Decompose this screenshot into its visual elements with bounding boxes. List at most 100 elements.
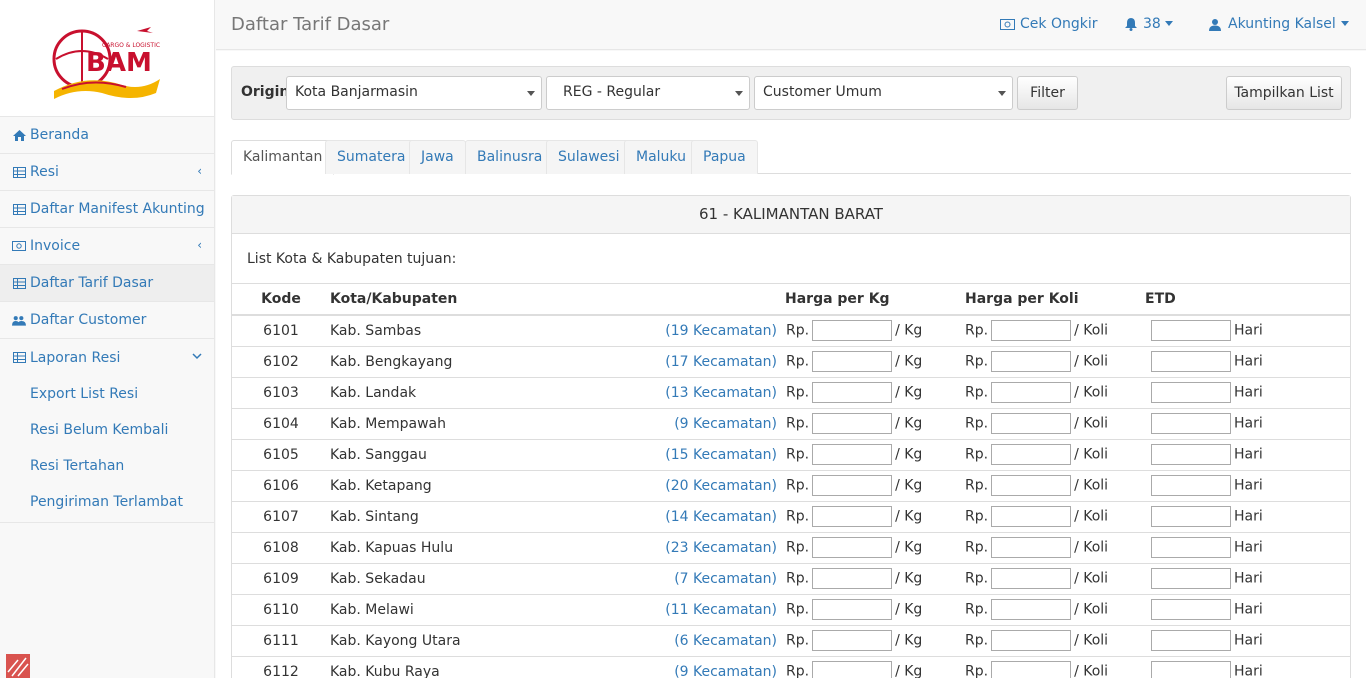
kecamatan-link[interactable]: (20 Kecamatan) (665, 478, 777, 494)
chevron-left-icon: ‹ (197, 238, 202, 252)
harga-koli-input[interactable] (991, 599, 1072, 620)
harga-kg-input[interactable] (812, 475, 893, 496)
harga-koli-input[interactable] (991, 413, 1072, 434)
per-kg-label: / Kg (895, 508, 923, 525)
harga-koli-input[interactable] (991, 382, 1072, 403)
harga-kg-input[interactable] (812, 568, 893, 589)
sidebar-subitem-belum-kembali[interactable]: Resi Belum Kembali (0, 412, 214, 448)
harga-kg-input[interactable] (812, 661, 893, 678)
harga-kg-input[interactable] (812, 351, 893, 372)
harga-kg-input[interactable] (812, 599, 893, 620)
cell-kota: Kab. Mempawah (330, 407, 580, 439)
kecamatan-link[interactable]: (23 Kecamatan) (665, 540, 777, 556)
tab-kalimantan[interactable]: Kalimantan (231, 140, 335, 175)
kecamatan-link[interactable]: (7 Kecamatan) (674, 571, 777, 587)
sidebar-item-tarif-dasar[interactable]: Daftar Tarif Dasar (0, 265, 214, 302)
sidebar-item-label: Beranda (30, 127, 89, 143)
harga-kg-input[interactable] (812, 320, 893, 342)
harga-koli-input[interactable] (991, 475, 1072, 496)
rp-label: Rp. (965, 477, 989, 494)
sidebar-item-invoice[interactable]: Invoice ‹ (0, 228, 214, 265)
harga-koli-input[interactable] (991, 630, 1072, 651)
kecamatan-link[interactable]: (14 Kecamatan) (665, 509, 777, 525)
kecamatan-link[interactable]: (13 Kecamatan) (665, 385, 777, 401)
origin-select[interactable]: Kota Banjarmasin (286, 76, 542, 110)
sidebar-subitem-export[interactable]: Export List Resi (0, 376, 214, 412)
sidebar-item-customer[interactable]: Daftar Customer (0, 302, 214, 339)
etd-input[interactable] (1151, 537, 1231, 558)
rp-label: Rp. (786, 446, 810, 463)
tab-jawa[interactable]: Jawa (409, 140, 466, 174)
header-kota: Kota/Kabupaten (330, 284, 580, 316)
cek-ongkir-link[interactable]: Cek Ongkir (1000, 16, 1097, 32)
logo[interactable]: BAM CARGO & LOGISTIC (0, 0, 214, 117)
harga-koli-input[interactable] (991, 351, 1072, 372)
harga-koli-input[interactable] (991, 506, 1072, 527)
sidebar-item-resi[interactable]: Resi ‹ (0, 154, 214, 191)
harga-kg-input[interactable] (812, 413, 893, 434)
rp-label: Rp. (965, 632, 989, 649)
harga-koli-input[interactable] (991, 568, 1072, 589)
harga-koli-input[interactable] (991, 661, 1072, 678)
filter-button[interactable]: Filter (1017, 76, 1078, 110)
hari-label: Hari (1234, 477, 1263, 494)
rp-label: Rp. (965, 322, 989, 339)
harga-kg-input[interactable] (812, 382, 893, 403)
etd-input[interactable] (1151, 320, 1231, 342)
table-row: 6109 Kab. Sekadau (7 Kecamatan) Rp. / Kg Rp. /… (232, 562, 1350, 594)
user-dropdown[interactable]: Akunting Kalsel (1209, 16, 1355, 32)
sidebar-subitem-terlambat[interactable]: Pengiriman Terlambat (0, 484, 214, 520)
cell-kota: Kab. Sintang (330, 500, 580, 532)
etd-input[interactable] (1151, 599, 1231, 620)
etd-input[interactable] (1151, 351, 1231, 372)
kecamatan-link[interactable]: (11 Kecamatan) (665, 602, 777, 618)
table-row: 6105 Kab. Sanggau (15 Kecamatan) Rp. / Kg Rp.… (232, 438, 1350, 470)
show-list-button[interactable]: Tampilkan List (1226, 76, 1342, 110)
tarif-table: Kode Kota/Kabupaten Harga per Kg Harga p… (232, 284, 1350, 678)
notification-dropdown[interactable]: 38 (1124, 16, 1179, 32)
etd-input[interactable] (1151, 444, 1231, 465)
rp-label: Rp. (965, 539, 989, 556)
harga-koli-input[interactable] (991, 444, 1072, 465)
sidebar-item-beranda[interactable]: Beranda (0, 117, 214, 154)
tab-sulawesi[interactable]: Sulawesi (546, 140, 632, 174)
etd-input[interactable] (1151, 630, 1231, 651)
etd-input[interactable] (1151, 661, 1231, 678)
service-select[interactable]: REG - Regular (546, 76, 750, 110)
kecamatan-link[interactable]: (19 Kecamatan) (665, 323, 777, 339)
sidebar-subitem-tertahan[interactable]: Resi Tertahan (0, 448, 214, 484)
harga-kg-input[interactable] (812, 444, 893, 465)
kecamatan-link[interactable]: (15 Kecamatan) (665, 447, 777, 463)
kecamatan-link[interactable]: (9 Kecamatan) (674, 664, 777, 678)
cell-kode: 6107 (232, 500, 330, 532)
kecamatan-link[interactable]: (6 Kecamatan) (674, 633, 777, 649)
etd-input[interactable] (1151, 506, 1231, 527)
kecamatan-link[interactable]: (9 Kecamatan) (674, 416, 777, 432)
tab-maluku[interactable]: Maluku (624, 140, 698, 174)
rp-label: Rp. (965, 601, 989, 618)
tab-balinusra[interactable]: Balinusra (465, 140, 555, 174)
harga-koli-input[interactable] (991, 320, 1072, 342)
tab-sumatera[interactable]: Sumatera (325, 140, 418, 174)
tab-papua[interactable]: Papua (691, 140, 758, 174)
svg-text:CARGO & LOGISTIC: CARGO & LOGISTIC (102, 42, 160, 49)
sidebar-item-laporan-resi[interactable]: Laporan Resi (0, 339, 214, 376)
etd-input[interactable] (1151, 382, 1231, 403)
harga-kg-input[interactable] (812, 630, 893, 651)
harga-kg-input[interactable] (812, 506, 893, 527)
harga-kg-input[interactable] (812, 537, 893, 558)
cell-kode: 6108 (232, 531, 330, 563)
per-koli-label: / Koli (1074, 415, 1109, 432)
rp-label: Rp. (965, 663, 989, 678)
harga-koli-input[interactable] (991, 537, 1072, 558)
etd-input[interactable] (1151, 568, 1231, 589)
etd-input[interactable] (1151, 413, 1231, 434)
sidebar-item-manifest[interactable]: Daftar Manifest Akunting (0, 191, 214, 228)
corner-widget-icon[interactable] (4, 652, 32, 678)
rp-label: Rp. (786, 539, 810, 556)
hari-label: Hari (1234, 663, 1263, 678)
per-koli-label: / Koli (1074, 570, 1109, 587)
kecamatan-link[interactable]: (17 Kecamatan) (665, 354, 777, 370)
etd-input[interactable] (1151, 475, 1231, 496)
customer-select[interactable]: Customer Umum (754, 76, 1013, 110)
